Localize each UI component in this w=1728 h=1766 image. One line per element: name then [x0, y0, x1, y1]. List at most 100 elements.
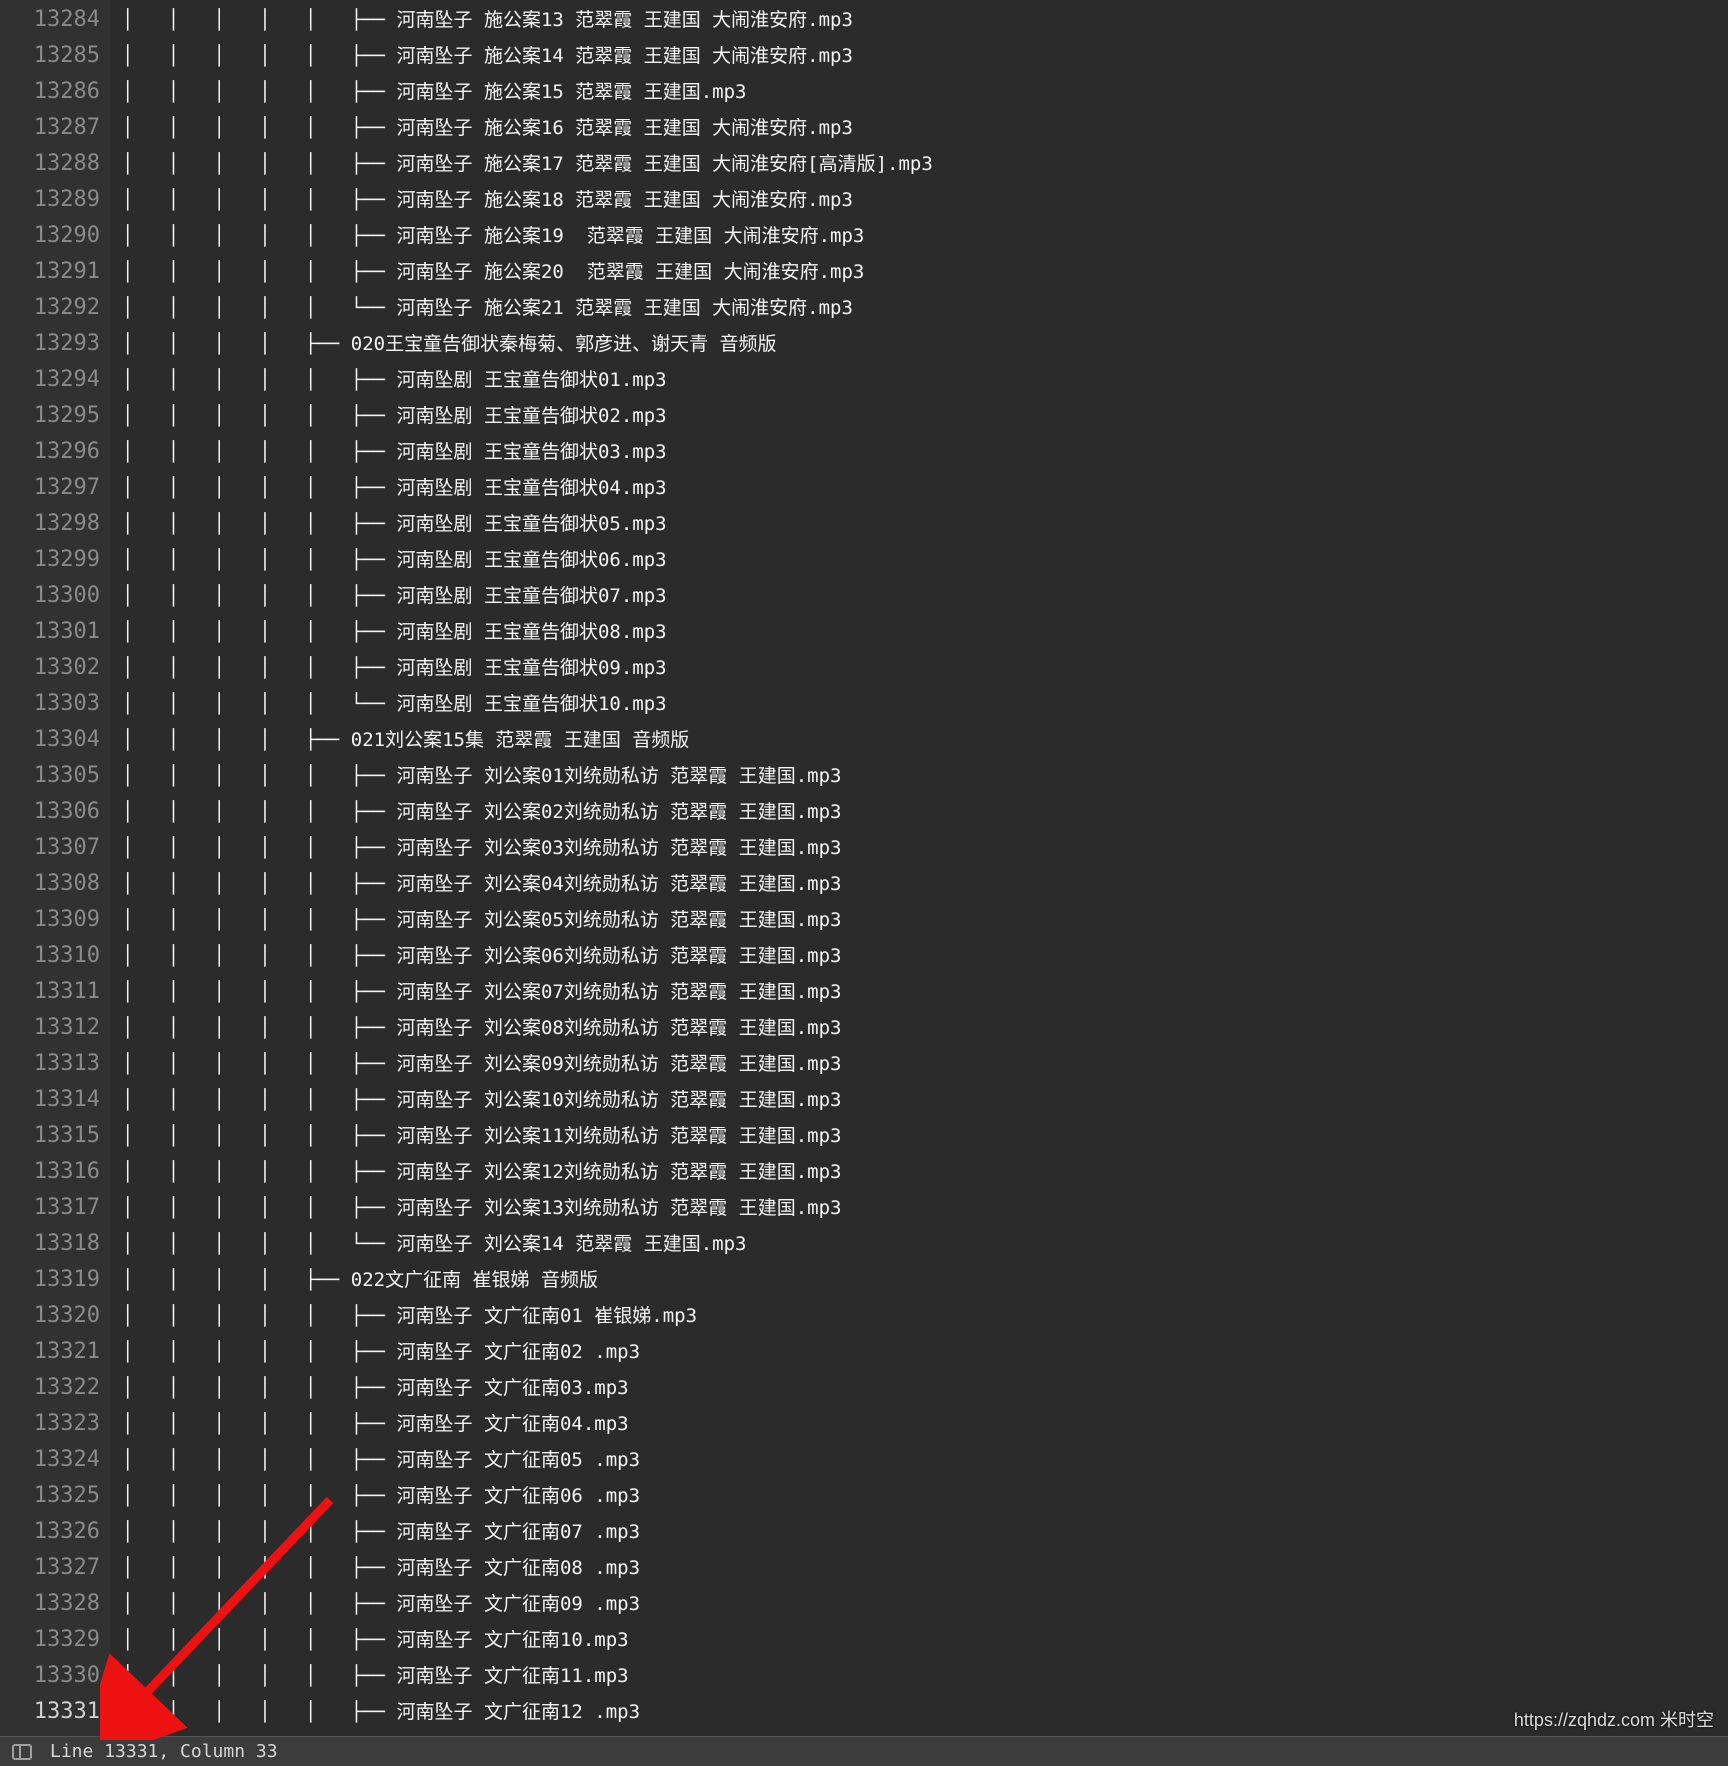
line-number: 13314	[0, 1082, 100, 1118]
status-bar[interactable]: Line 13331, Column 33	[0, 1736, 1728, 1766]
status-cursor-position: Line 13331, Column 33	[50, 1741, 278, 1762]
code-line[interactable]: │ │ │ │ │ ├── 河南坠子 施公案17 范翠霞 王建国 大闹淮安府[高…	[122, 146, 1728, 182]
line-number: 13302	[0, 650, 100, 686]
code-line[interactable]: │ │ │ │ ├── 021刘公案15集 范翠霞 王建国 音频版	[122, 722, 1728, 758]
line-number: 13317	[0, 1190, 100, 1226]
watermark-text: https://zqhdz.com 米时空	[1514, 1706, 1714, 1732]
editor-area[interactable]: 1328413285132861328713288132891329013291…	[0, 0, 1728, 1736]
code-line[interactable]: │ │ │ │ │ ├── 河南坠子 文广征南05 .mp3	[122, 1442, 1728, 1478]
line-number: 13320	[0, 1298, 100, 1334]
code-line[interactable]: │ │ │ │ │ ├── 河南坠剧 王宝童告御状02.mp3	[122, 398, 1728, 434]
line-number: 13324	[0, 1442, 100, 1478]
code-line[interactable]: │ │ │ │ │ ├── 河南坠子 文广征南07 .mp3	[122, 1514, 1728, 1550]
code-line[interactable]: │ │ │ │ │ ├── 河南坠剧 王宝童告御状01.mp3	[122, 362, 1728, 398]
line-number: 13316	[0, 1154, 100, 1190]
code-line[interactable]: │ │ │ │ │ ├── 河南坠子 文广征南09 .mp3	[122, 1586, 1728, 1622]
code-line[interactable]: │ │ │ │ │ ├── 河南坠子 刘公案02刘统勋私访 范翠霞 王建国.mp…	[122, 794, 1728, 830]
line-number: 13286	[0, 74, 100, 110]
line-number: 13312	[0, 1010, 100, 1046]
line-number: 13313	[0, 1046, 100, 1082]
code-line[interactable]: │ │ │ │ ├── 022文广征南 崔银娣 音频版	[122, 1262, 1728, 1298]
line-number: 13325	[0, 1478, 100, 1514]
line-number: 13306	[0, 794, 100, 830]
line-number: 13299	[0, 542, 100, 578]
code-line[interactable]: │ │ │ │ │ ├── 河南坠子 刘公案01刘统勋私访 范翠霞 王建国.mp…	[122, 758, 1728, 794]
code-line[interactable]: │ │ │ │ │ ├── 河南坠剧 王宝童告御状06.mp3	[122, 542, 1728, 578]
code-line[interactable]: │ │ │ │ │ ├── 河南坠子 文广征南03.mp3	[122, 1370, 1728, 1406]
line-number: 13321	[0, 1334, 100, 1370]
code-line[interactable]: │ │ │ │ │ ├── 河南坠子 刘公案11刘统勋私访 范翠霞 王建国.mp…	[122, 1118, 1728, 1154]
code-line[interactable]: │ │ │ │ │ ├── 河南坠子 刘公案09刘统勋私访 范翠霞 王建国.mp…	[122, 1046, 1728, 1082]
line-number: 13327	[0, 1550, 100, 1586]
line-number: 13304	[0, 722, 100, 758]
code-line[interactable]: │ │ │ │ │ ├── 河南坠子 施公案20 范翠霞 王建国 大闹淮安府.m…	[122, 254, 1728, 290]
line-number: 13331	[0, 1694, 100, 1730]
line-number: 13323	[0, 1406, 100, 1442]
line-number: 13289	[0, 182, 100, 218]
code-line[interactable]: │ │ │ │ │ ├── 河南坠子 刘公案08刘统勋私访 范翠霞 王建国.mp…	[122, 1010, 1728, 1046]
code-line[interactable]: │ │ │ │ │ ├── 河南坠子 施公案13 范翠霞 王建国 大闹淮安府.m…	[122, 2, 1728, 38]
code-line[interactable]: │ │ │ │ │ ├── 河南坠剧 王宝童告御状03.mp3	[122, 434, 1728, 470]
line-number-gutter: 1328413285132861328713288132891329013291…	[0, 0, 110, 1736]
code-line[interactable]: │ │ │ │ │ ├── 河南坠子 施公案19 范翠霞 王建国 大闹淮安府.m…	[122, 218, 1728, 254]
code-line[interactable]: │ │ │ │ │ ├── 河南坠子 文广征南08 .mp3	[122, 1550, 1728, 1586]
code-line[interactable]: │ │ │ │ ├── 020王宝童告御状秦梅菊、郭彦进、谢天青 音频版	[122, 326, 1728, 362]
line-number: 13303	[0, 686, 100, 722]
code-line[interactable]: │ │ │ │ │ ├── 河南坠剧 王宝童告御状04.mp3	[122, 470, 1728, 506]
code-line[interactable]: │ │ │ │ │ ├── 河南坠子 文广征南01 崔银娣.mp3	[122, 1298, 1728, 1334]
code-line[interactable]: │ │ │ │ │ ├── 河南坠剧 王宝童告御状08.mp3	[122, 614, 1728, 650]
line-number: 13307	[0, 830, 100, 866]
code-line[interactable]: │ │ │ │ │ ├── 河南坠子 文广征南06 .mp3	[122, 1478, 1728, 1514]
line-number: 13297	[0, 470, 100, 506]
line-number: 13293	[0, 326, 100, 362]
line-number: 13284	[0, 2, 100, 38]
line-number: 13311	[0, 974, 100, 1010]
line-number: 13319	[0, 1262, 100, 1298]
code-line[interactable]: │ │ │ │ │ ├── 河南坠子 刘公案03刘统勋私访 范翠霞 王建国.mp…	[122, 830, 1728, 866]
code-line[interactable]: │ │ │ │ │ ├── 河南坠剧 王宝童告御状07.mp3	[122, 578, 1728, 614]
code-line[interactable]: │ │ │ │ │ └── 河南坠剧 王宝童告御状10.mp3	[122, 686, 1728, 722]
code-line[interactable]: │ │ │ │ │ ├── 河南坠子 刘公案13刘统勋私访 范翠霞 王建国.mp…	[122, 1190, 1728, 1226]
line-number: 13328	[0, 1586, 100, 1622]
line-number: 13290	[0, 218, 100, 254]
code-content[interactable]: │ │ │ │ │ ├── 河南坠子 施公案13 范翠霞 王建国 大闹淮安府.m…	[110, 0, 1728, 1736]
line-number: 13305	[0, 758, 100, 794]
line-number: 13326	[0, 1514, 100, 1550]
line-number: 13298	[0, 506, 100, 542]
code-line[interactable]: │ │ │ │ │ ├── 河南坠子 施公案14 范翠霞 王建国 大闹淮安府.m…	[122, 38, 1728, 74]
code-line[interactable]: │ │ │ │ │ ├── 河南坠子 刘公案07刘统勋私访 范翠霞 王建国.mp…	[122, 974, 1728, 1010]
line-number: 13292	[0, 290, 100, 326]
code-line[interactable]: │ │ │ │ │ ├── 河南坠子 刘公案12刘统勋私访 范翠霞 王建国.mp…	[122, 1154, 1728, 1190]
code-line[interactable]: │ │ │ │ │ └── 河南坠子 施公案21 范翠霞 王建国 大闹淮安府.m…	[122, 290, 1728, 326]
line-number: 13301	[0, 614, 100, 650]
code-line[interactable]: │ │ │ │ │ └── 河南坠子 刘公案14 范翠霞 王建国.mp3	[122, 1226, 1728, 1262]
code-line[interactable]: │ │ │ │ │ ├── 河南坠子 文广征南04.mp3	[122, 1406, 1728, 1442]
line-number: 13300	[0, 578, 100, 614]
line-number: 13291	[0, 254, 100, 290]
code-line[interactable]: │ │ │ │ │ ├── 河南坠剧 王宝童告御状09.mp3	[122, 650, 1728, 686]
code-line[interactable]: │ │ │ │ │ ├── 河南坠子 文广征南02 .mp3	[122, 1334, 1728, 1370]
line-number: 13294	[0, 362, 100, 398]
code-line[interactable]: │ │ │ │ │ ├── 河南坠子 刘公案05刘统勋私访 范翠霞 王建国.mp…	[122, 902, 1728, 938]
line-number: 13322	[0, 1370, 100, 1406]
code-line[interactable]: │ │ │ │ │ ├── 河南坠子 文广征南10.mp3	[122, 1622, 1728, 1658]
code-line[interactable]: │ │ │ │ │ ├── 河南坠剧 王宝童告御状05.mp3	[122, 506, 1728, 542]
code-line[interactable]: │ │ │ │ │ ├── 河南坠子 文广征南11.mp3	[122, 1658, 1728, 1694]
line-number: 13330	[0, 1658, 100, 1694]
line-number: 13318	[0, 1226, 100, 1262]
line-number: 13288	[0, 146, 100, 182]
line-number: 13308	[0, 866, 100, 902]
code-line[interactable]: │ │ │ │ │ ├── 河南坠子 施公案18 范翠霞 王建国 大闹淮安府.m…	[122, 182, 1728, 218]
code-line[interactable]: │ │ │ │ │ ├── 河南坠子 施公案16 范翠霞 王建国 大闹淮安府.m…	[122, 110, 1728, 146]
code-line[interactable]: │ │ │ │ │ ├── 河南坠子 刘公案06刘统勋私访 范翠霞 王建国.mp…	[122, 938, 1728, 974]
line-number: 13315	[0, 1118, 100, 1154]
line-number: 13295	[0, 398, 100, 434]
code-line[interactable]: │ │ │ │ │ ├── 河南坠子 施公案15 范翠霞 王建国.mp3	[122, 74, 1728, 110]
line-number: 13285	[0, 38, 100, 74]
code-line[interactable]: │ │ │ │ │ ├── 河南坠子 刘公案04刘统勋私访 范翠霞 王建国.mp…	[122, 866, 1728, 902]
code-line[interactable]: │ │ │ │ │ ├── 河南坠子 刘公案10刘统勋私访 范翠霞 王建国.mp…	[122, 1082, 1728, 1118]
panel-toggle-icon[interactable]	[12, 1744, 32, 1760]
line-number: 13287	[0, 110, 100, 146]
line-number: 13329	[0, 1622, 100, 1658]
code-line[interactable]: │ │ │ │ │ ├── 河南坠子 文广征南12 .mp3	[122, 1694, 1728, 1730]
